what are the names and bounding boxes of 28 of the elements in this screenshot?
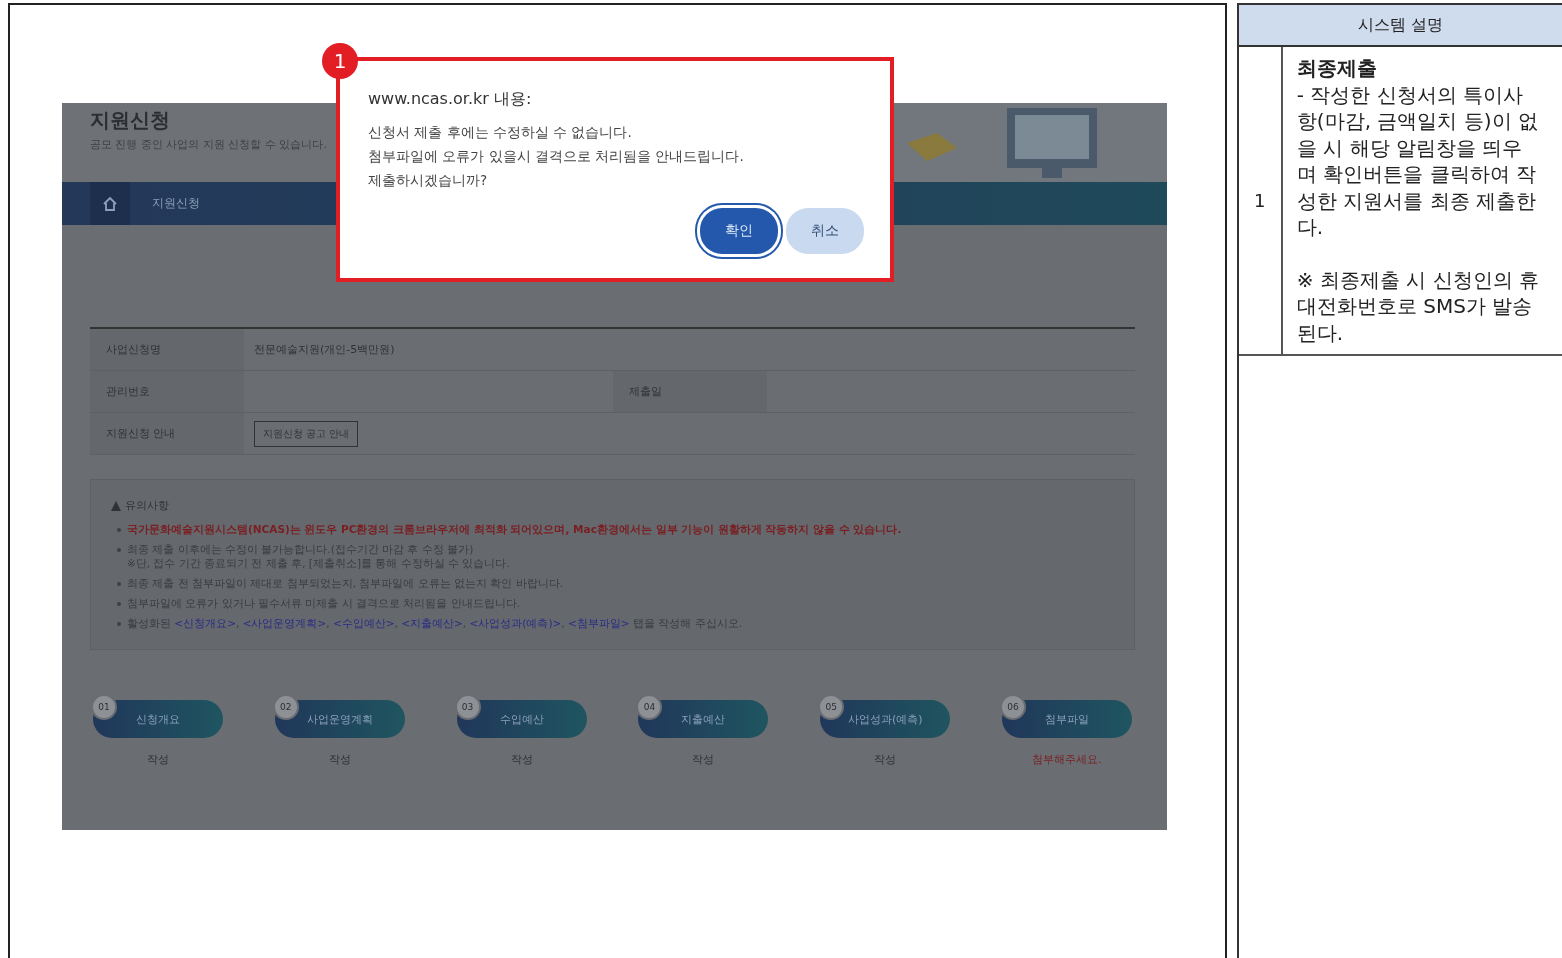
description-text: - 작성한 신청서의 특이사항(마감, 금액일치 등)이 없을 시 해당 알림창을 띄우며 확인버튼을 클릭하여 작성한 지원서를 최종 제출한다. <box>1296 81 1539 241</box>
step-status: 작성 <box>510 752 533 767</box>
description-note: ※ 최종제출 시 신청인의 휴대전화번호로 SMS가 발송된다. <box>1296 266 1540 346</box>
warning-icon <box>111 500 121 511</box>
step-status: 작성 <box>874 752 897 767</box>
panel-header: 시스템 설명 <box>1238 5 1562 47</box>
bullet-icon <box>117 548 121 552</box>
page-title: 지원신청 <box>90 109 171 131</box>
row-number: 1 <box>1238 47 1283 354</box>
cancel-button[interactable]: 취소 <box>786 208 864 254</box>
callout-number: 1 <box>322 43 358 79</box>
bullet-icon <box>117 622 121 626</box>
home-icon[interactable] <box>103 196 117 211</box>
step-status: 첨부해주세요. <box>1032 752 1102 767</box>
step-status: 작성 <box>328 752 351 767</box>
dialog-title: www.ncas.or.kr 내용: <box>368 89 533 110</box>
bullet-icon <box>117 602 121 606</box>
bullet-icon <box>117 528 121 532</box>
breadcrumb-link[interactable]: 지원신청 <box>152 195 200 212</box>
step-status: 작성 <box>147 752 169 767</box>
description-title: 최종제출 <box>1296 55 1378 82</box>
table-value: 전문예술지원(개인-5백만원) <box>253 342 396 358</box>
bullet-icon <box>117 582 121 586</box>
dialog-message: 신청서 제출 후에는 수정하실 수 없습니다. <box>368 124 633 142</box>
dialog-message: 첨부파일에 오류가 있을시 결격으로 처리됨을 안내드립니다. <box>368 148 745 166</box>
notice-text: 국가문화예술지원시스템(NCAS)는 윈도우 PC환경의 크롬브라우저에 최적화 되어있으며, Mac환경에서는 일부 기능이 원활하게 작동하지 않을 수 있습니다. <box>127 523 902 537</box>
step-status: 작성 <box>692 752 715 767</box>
dialog-message: 제출하시겠습니까? <box>368 172 489 190</box>
